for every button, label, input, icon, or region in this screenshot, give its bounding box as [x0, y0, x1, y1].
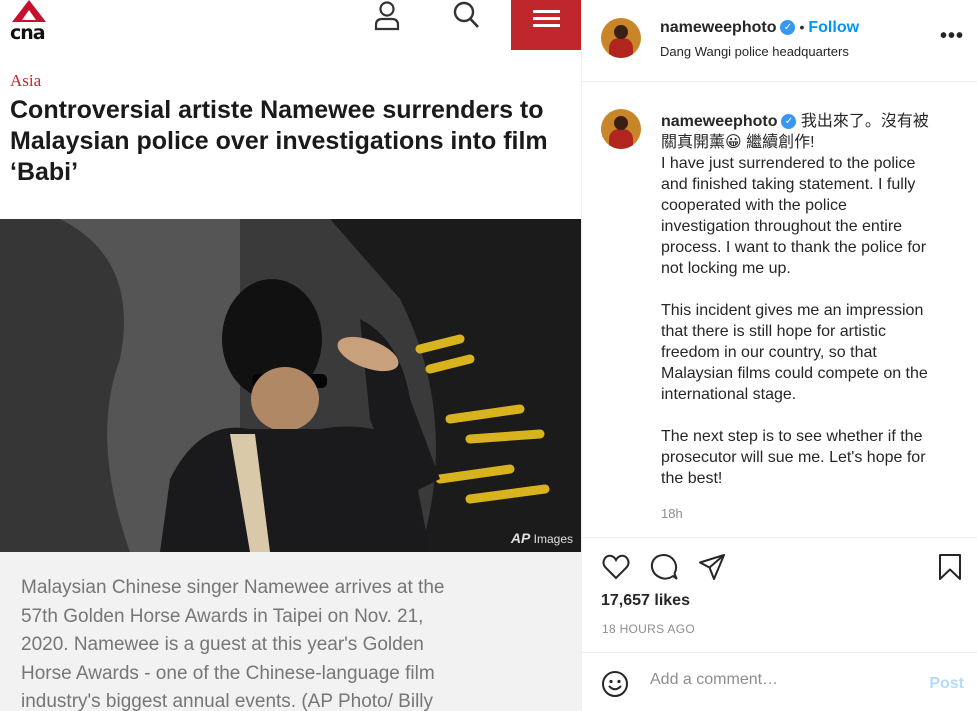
caption-line: freedom in our country, so that [661, 344, 877, 361]
caption-line: nameweephoto ✓ 我出來了。沒有被 [661, 113, 929, 130]
caption-line: not locking me up. [661, 260, 791, 277]
likes-count[interactable]: 17,657 likes [601, 592, 690, 610]
post-header: nameweephoto ✓ • Follow Dang Wangi police h… [582, 0, 977, 82]
comment-bar: Post [582, 652, 977, 711]
caption-line: international stage. [661, 386, 797, 403]
verified-badge-icon: ✓ [781, 114, 797, 130]
article-category[interactable]: Asia [10, 71, 41, 91]
heart-icon[interactable] [601, 552, 631, 582]
comment-input[interactable] [650, 671, 910, 689]
caption-line: process. I want to thank the police for [661, 239, 927, 256]
caption-line: The next step is to see whether if the [661, 428, 923, 445]
search-icon[interactable] [451, 0, 483, 32]
post-caption: nameweephoto ✓ 我出來了。沒有被 關真開薰😀 繼續創作! I hav… [661, 111, 961, 489]
photo-illustration [0, 219, 581, 552]
cna-logo[interactable]: cna [10, 0, 50, 44]
post-comment-button[interactable]: Post [929, 675, 964, 693]
cna-header: cna [0, 0, 581, 60]
caption-line: This incident gives me an impression [661, 302, 924, 319]
menu-icon [533, 10, 560, 13]
avatar[interactable] [601, 18, 641, 58]
cna-article-panel: cna Asia Controversial artiste Namewee s… [0, 0, 581, 711]
comment-icon[interactable] [649, 552, 679, 582]
bookmark-icon[interactable] [935, 552, 965, 582]
caption-line: that there is still hope for artistic [661, 323, 886, 340]
share-icon[interactable] [697, 552, 727, 582]
action-bar [582, 537, 977, 597]
user-icon[interactable] [371, 0, 403, 32]
photo-caption: Malaysian Chinese singer Namewee arrives… [21, 577, 445, 711]
verified-badge-icon: ✓ [780, 20, 796, 36]
separator-dot: • [799, 19, 805, 35]
posted-ago[interactable]: 18 HOURS AGO [602, 622, 695, 636]
article-title: Controversial artiste Namewee surrenders… [10, 96, 548, 186]
caption-timestamp[interactable]: 18h [661, 506, 683, 521]
follow-button[interactable]: Follow [808, 19, 859, 36]
article-photo: AP Images [0, 219, 581, 552]
photo-credit: AP Images [510, 530, 573, 546]
caption-line: investigation throughout the entire [661, 218, 903, 235]
menu-button[interactable] [511, 0, 581, 50]
instagram-post-panel: nameweephoto ✓ • Follow Dang Wangi police h… [581, 0, 977, 711]
caption-line: cooperated with the police [661, 197, 847, 214]
caption-avatar[interactable] [601, 109, 641, 149]
emoji-icon[interactable] [601, 670, 629, 698]
caption-line: the best! [661, 470, 723, 487]
caption-line: I have just surrendered to the police [661, 155, 916, 172]
caption-username-link[interactable]: nameweephoto [661, 113, 777, 130]
caption-line: Malaysian films could compete on the [661, 365, 928, 382]
username-link[interactable]: nameweephoto [660, 19, 776, 36]
header-user-line: nameweephoto ✓ • Follow [660, 19, 859, 37]
caption-line: 關真開薰😀 繼續創作! [661, 134, 815, 151]
photo-caption-box: Malaysian Chinese singer Namewee arrives… [0, 552, 581, 711]
cna-logo-text: cna [10, 22, 46, 44]
caption-line: and finished taking statement. I fully [661, 176, 916, 193]
location-link[interactable]: Dang Wangi police headquarters [660, 44, 849, 59]
more-options-button[interactable]: ••• [940, 25, 964, 48]
caption-line: prosecutor will sue me. Let's hope for [661, 449, 926, 466]
